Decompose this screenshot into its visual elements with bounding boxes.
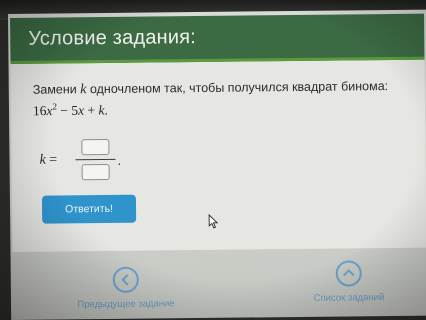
expr-coef: 16 — [32, 103, 47, 119]
answer-label: k = — [39, 152, 57, 168]
task-text-suffix: одночленом так, чтобы получился квадрат … — [89, 79, 389, 97]
numerator-input[interactable] — [81, 138, 110, 156]
expr-plus: + — [87, 102, 96, 118]
answer-variable: k — [39, 152, 46, 168]
answer-trailing-dot: . — [117, 152, 122, 168]
screen: Условие задания: Замени k одночленом так… — [8, 9, 426, 320]
answer-row: k = . — [39, 136, 160, 187]
task-variable: k — [80, 82, 87, 98]
fraction-bar — [75, 158, 116, 161]
prev-task-link[interactable]: Предыдущее задание — [63, 266, 189, 310]
answer-equals: = — [49, 152, 58, 168]
expr-end: . — [104, 102, 108, 118]
chevron-up-icon — [335, 260, 362, 287]
task-header: Условие задания: — [10, 13, 425, 64]
chevron-left-icon — [112, 266, 139, 293]
expr-minus: − 5 — [60, 102, 79, 118]
expr-exponent: 2 — [52, 101, 58, 112]
prev-task-label: Предыдущее задание — [77, 298, 175, 311]
mouse-pointer-icon — [208, 213, 219, 234]
denominator-input[interactable] — [81, 163, 110, 181]
task-list-link[interactable]: Список заданий — [297, 260, 401, 304]
task-statement: Замени k одночленом так, чтобы получился… — [33, 78, 413, 99]
task-list-label: Список заданий — [313, 292, 385, 304]
page-title: Условие задания: — [28, 26, 197, 50]
task-expression: 16x2 − 5x + k. — [33, 101, 108, 119]
expr-var2: x — [78, 102, 85, 118]
task-text-prefix: Замени — [32, 82, 77, 97]
submit-button[interactable]: Ответить! — [41, 194, 137, 224]
